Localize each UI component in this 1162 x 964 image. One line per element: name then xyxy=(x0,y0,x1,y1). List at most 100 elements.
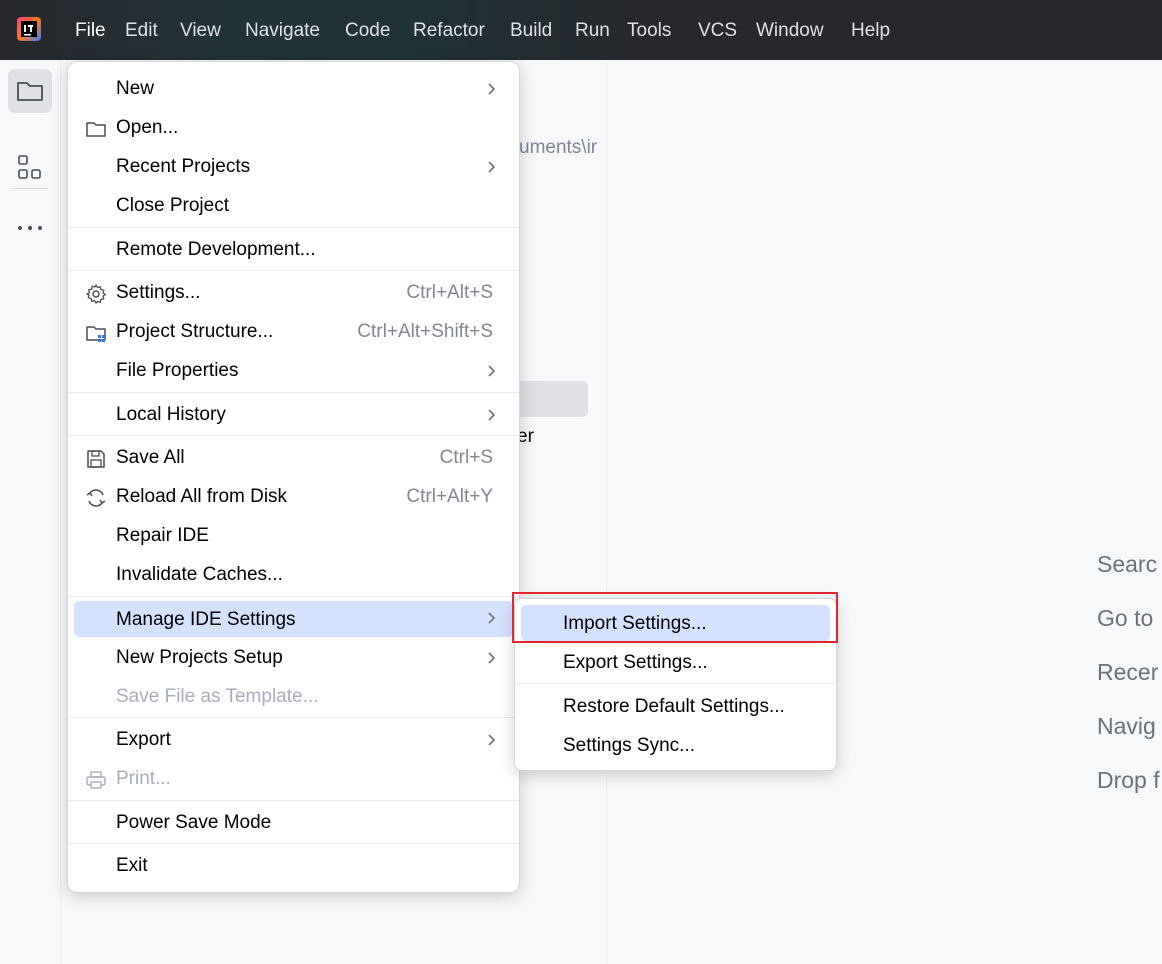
intellij-logo-icon[interactable] xyxy=(16,16,42,42)
menu-item-shortcut: Ctrl+S xyxy=(439,447,493,468)
more-tools-button[interactable] xyxy=(8,206,52,250)
menu-item-label: Exit xyxy=(116,855,148,876)
menu-edit[interactable]: Edit xyxy=(125,18,158,44)
submenu-item-restore-default[interactable]: Restore Default Settings... xyxy=(515,688,836,727)
menu-navigate[interactable]: Navigate xyxy=(245,18,320,44)
menu-separator xyxy=(68,596,519,597)
menu-item-invalidate-caches[interactable]: Invalidate Caches... xyxy=(68,556,519,595)
menu-build[interactable]: Build xyxy=(510,18,552,44)
menu-separator xyxy=(68,800,519,801)
menu-separator xyxy=(515,683,836,684)
menu-item-remote-development[interactable]: Remote Development... xyxy=(68,231,519,270)
project-structure-icon xyxy=(86,326,106,342)
menu-item-label: New xyxy=(116,78,155,99)
menu-file[interactable]: File xyxy=(75,18,106,44)
menu-item-shortcut: Ctrl+Alt+Shift+S xyxy=(357,321,493,342)
chevron-right-icon xyxy=(488,612,496,624)
annotation-highlight-box xyxy=(512,592,838,643)
menu-item-label: New Projects Setup xyxy=(116,647,283,668)
menu-item-power-save-mode[interactable]: Power Save Mode xyxy=(68,804,519,843)
menu-item-exit[interactable]: Exit xyxy=(68,847,519,886)
menu-item-label: Close Project xyxy=(116,195,229,216)
menu-separator xyxy=(68,227,519,228)
menu-item-export[interactable]: Export xyxy=(68,721,519,760)
menu-help[interactable]: Help xyxy=(851,18,890,44)
menu-item-label: Invalidate Caches... xyxy=(116,564,283,585)
menu-item-label: Save File as Template... xyxy=(116,686,319,707)
folder-icon xyxy=(17,82,43,101)
tool-window-sidebar xyxy=(0,60,61,964)
menu-item-new-projects-setup[interactable]: New Projects Setup xyxy=(68,639,519,678)
menu-item-save-all[interactable]: Save All Ctrl+S xyxy=(68,439,519,478)
menu-item-local-history[interactable]: Local History xyxy=(68,396,519,435)
menu-item-open[interactable]: Open... xyxy=(68,109,519,148)
selected-project-item[interactable] xyxy=(516,381,588,417)
menu-refactor[interactable]: Refactor xyxy=(413,18,485,44)
menu-item-settings[interactable]: Settings... Ctrl+Alt+S xyxy=(68,274,519,313)
menu-item-reload-all[interactable]: Reload All from Disk Ctrl+Alt+Y xyxy=(68,478,519,517)
menu-item-new[interactable]: New xyxy=(68,70,519,109)
menu-item-label: Settings Sync... xyxy=(563,735,696,756)
save-icon xyxy=(87,450,105,468)
menu-tools[interactable]: Tools xyxy=(627,18,671,44)
menu-item-shortcut: Ctrl+Alt+Y xyxy=(406,486,493,507)
submenu-item-export-settings[interactable]: Export Settings... xyxy=(515,644,836,683)
menu-window[interactable]: Window xyxy=(756,18,824,44)
hint-navigate: Navig xyxy=(1097,713,1156,739)
menu-run[interactable]: Run xyxy=(575,18,610,44)
menu-item-file-properties[interactable]: File Properties xyxy=(68,352,519,391)
folder-icon xyxy=(86,122,106,137)
menu-item-project-structure[interactable]: Project Structure... Ctrl+Alt+Shift+S xyxy=(68,313,519,352)
menu-item-label: Print... xyxy=(116,768,171,789)
printer-icon xyxy=(86,771,106,789)
menu-item-label: File Properties xyxy=(116,360,239,381)
menu-item-label: Export xyxy=(116,729,171,750)
menu-code[interactable]: Code xyxy=(345,18,390,44)
menu-view[interactable]: View xyxy=(180,18,221,44)
menu-item-shortcut: Ctrl+Alt+S xyxy=(406,282,493,303)
chevron-right-icon xyxy=(488,734,496,746)
reload-icon xyxy=(86,489,106,507)
menu-vcs[interactable]: VCS xyxy=(698,18,737,44)
hint-search: Searc xyxy=(1097,551,1158,577)
main-menubar: File Edit View Navigate Code Refactor Bu… xyxy=(0,0,1162,60)
menu-item-save-as-template: Save File as Template... xyxy=(68,678,519,717)
menu-separator xyxy=(68,270,519,271)
menu-item-manage-ide-settings[interactable]: Manage IDE Settings xyxy=(68,601,519,640)
menu-item-repair-ide[interactable]: Repair IDE xyxy=(68,517,519,556)
menu-item-label: Manage IDE Settings xyxy=(116,609,296,630)
chevron-right-icon xyxy=(488,83,496,95)
project-path-fragment: uments\ir xyxy=(519,137,598,158)
hint-goto: Go to xyxy=(1097,605,1154,631)
file-menu-popup: New Open... Recent Projects Close Projec… xyxy=(67,61,520,893)
gear-icon xyxy=(86,284,107,304)
project-tool-button[interactable] xyxy=(8,69,52,113)
menu-item-label: Export Settings... xyxy=(563,652,708,673)
menu-item-label: Repair IDE xyxy=(116,525,209,546)
menu-item-recent-projects[interactable]: Recent Projects xyxy=(68,148,519,187)
menu-separator xyxy=(68,435,519,436)
structure-icon xyxy=(18,155,41,179)
menu-item-label: Local History xyxy=(116,404,226,425)
structure-tool-button[interactable] xyxy=(8,146,52,190)
submenu-item-settings-sync[interactable]: Settings Sync... xyxy=(515,727,836,766)
menu-item-label: Settings... xyxy=(116,282,201,303)
menu-item-label: Restore Default Settings... xyxy=(563,696,785,717)
menu-item-label: Reload All from Disk xyxy=(116,486,288,507)
menu-item-label: Save All xyxy=(116,447,185,468)
chevron-right-icon xyxy=(488,652,496,664)
chevron-right-icon xyxy=(488,409,496,421)
menu-item-close-project[interactable]: Close Project xyxy=(68,187,519,226)
menu-item-label: Open... xyxy=(116,117,179,138)
hint-recent: Recer xyxy=(1097,659,1159,685)
menu-separator xyxy=(68,717,519,718)
chevron-right-icon xyxy=(488,161,496,173)
menu-item-print: Print... xyxy=(68,760,519,799)
menu-item-label: Power Save Mode xyxy=(116,812,272,833)
menu-separator xyxy=(68,392,519,393)
more-icon xyxy=(18,226,42,230)
menu-item-label: Recent Projects xyxy=(116,156,251,177)
menu-item-label: Remote Development... xyxy=(116,239,316,260)
menu-separator xyxy=(68,843,519,844)
hint-drop: Drop f xyxy=(1097,767,1160,793)
